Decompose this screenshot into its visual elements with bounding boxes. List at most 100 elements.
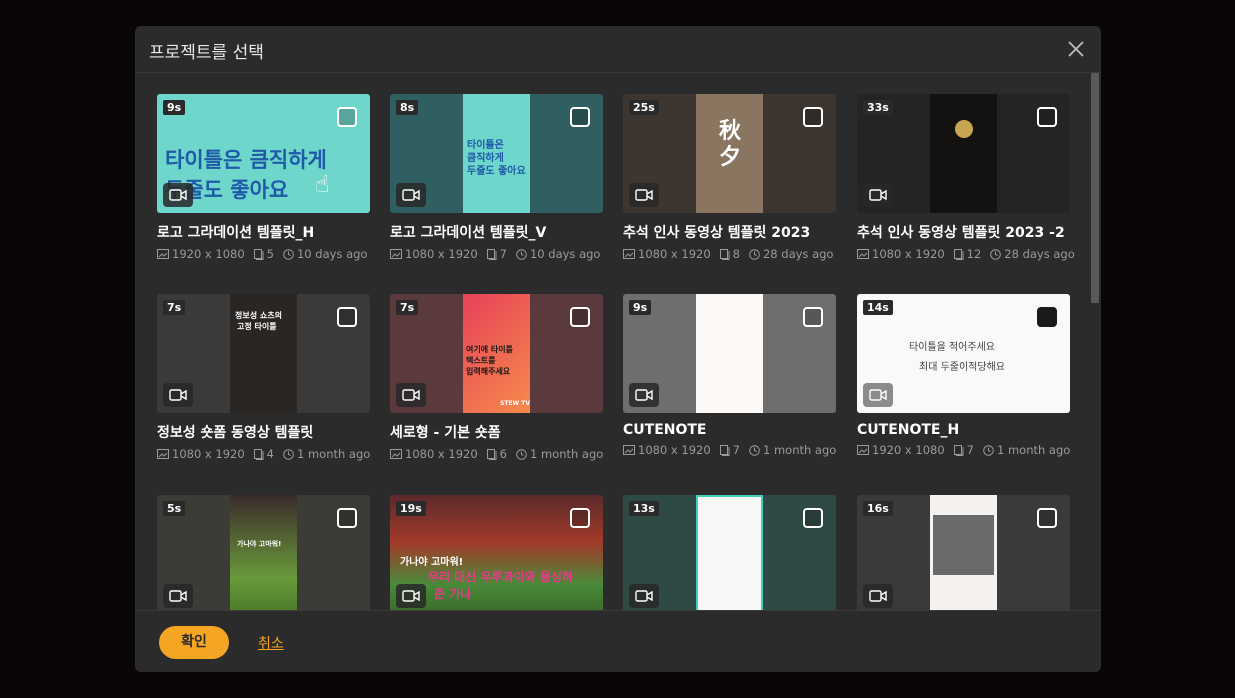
thumbnail-text: 입력해주세요 — [466, 367, 511, 376]
resolution-text: 1920 x 1080 — [872, 443, 945, 457]
select-checkbox[interactable] — [570, 307, 590, 327]
project-title: 로고 그라데이션 템플릿_V — [390, 225, 547, 241]
thumbnail-text: 타이틀은 큼직하게 — [165, 148, 327, 172]
project-title: CUTENOTE — [623, 422, 707, 438]
resolution-text: 1080 x 1920 — [638, 443, 711, 457]
project-card[interactable]: 秋夕 25s 추석 인사 동영상 템플릿 2023 1080 x 1920 8 … — [623, 94, 836, 261]
video-camera-icon — [396, 383, 426, 407]
duration-badge: 16s — [863, 501, 893, 516]
image-size-icon — [857, 249, 869, 259]
select-checkbox[interactable] — [1037, 107, 1057, 127]
select-checkbox[interactable] — [337, 107, 357, 127]
video-camera-icon — [863, 183, 893, 207]
clock-icon — [983, 444, 994, 456]
select-checkbox[interactable] — [570, 107, 590, 127]
project-thumbnail[interactable]: 13s — [623, 495, 836, 610]
project-card[interactable]: 정보성 쇼츠의 고정 타이틀 7s 정보성 숏폼 동영상 템플릿 1080 x … — [157, 294, 370, 461]
project-title: 세로형 - 기본 숏폼 — [390, 425, 501, 441]
image-size-icon — [157, 249, 169, 259]
image-size-icon — [157, 449, 169, 459]
select-checkbox[interactable] — [803, 508, 823, 528]
scrollbar[interactable] — [1091, 73, 1099, 610]
select-checkbox[interactable] — [570, 508, 590, 528]
age-text: 10 days ago — [529, 247, 601, 261]
close-icon[interactable] — [1065, 38, 1087, 60]
age-text: 1 month ago — [296, 447, 371, 461]
duration-badge: 13s — [629, 501, 659, 516]
clock-icon — [749, 444, 760, 456]
clock-icon — [749, 248, 760, 260]
duration-badge: 33s — [863, 100, 893, 115]
select-checkbox[interactable] — [803, 307, 823, 327]
clock-icon — [283, 248, 294, 260]
project-thumbnail[interactable]: 여기에 타이틀 텍스트를 입력해주세요 STEW TV 7s — [390, 294, 603, 413]
thumbnail-text: 여기에 타이틀 — [466, 345, 513, 354]
duration-badge: 8s — [396, 100, 419, 115]
project-card[interactable]: 13s — [623, 495, 836, 610]
age-text: 10 days ago — [296, 247, 368, 261]
project-thumbnail[interactable]: 16s — [857, 495, 1070, 610]
project-card[interactable]: 타이틀을 적어주세요 최대 두줄이적당해요 14s CUTENOTE_H 192… — [857, 294, 1070, 457]
project-thumbnail[interactable]: 정보성 쇼츠의 고정 타이틀 7s — [157, 294, 370, 413]
age-text: 28 days ago — [1004, 247, 1075, 261]
thumbnail-text: 두줄도 좋아요 — [467, 166, 526, 177]
select-checkbox[interactable] — [337, 307, 357, 327]
pages-icon — [953, 248, 964, 260]
age-text: 28 days ago — [762, 247, 834, 261]
thumbnail-text: 타이틀을 적어주세요 — [909, 342, 995, 353]
thumbnail-text: 텍스트를 — [466, 356, 496, 365]
resolution-text: 1080 x 1920 — [872, 247, 945, 261]
duration-badge: 25s — [629, 100, 659, 115]
thumbnail-text: 가나야 고마워! — [237, 540, 282, 548]
project-card[interactable]: 여기에 타이틀 텍스트를 입력해주세요 STEW TV 7s 세로형 - 기본 … — [390, 294, 603, 461]
project-thumbnail[interactable]: 타이틀은 큼직하게 두줄도 좋아요 8s — [390, 94, 603, 213]
resolution-text: 1920 x 1080 — [172, 247, 245, 261]
project-meta: 1080 x 1920 4 1 month ago — [157, 447, 370, 461]
project-card[interactable]: 가나야 고마워! 5s — [157, 495, 370, 610]
pages-icon — [253, 448, 264, 460]
project-card[interactable]: 16s — [857, 495, 1070, 610]
scrollbar-thumb[interactable] — [1091, 73, 1099, 303]
video-camera-icon — [396, 183, 426, 207]
confirm-button[interactable]: 확인 — [159, 626, 229, 659]
select-checkbox[interactable] — [337, 508, 357, 528]
pages-icon — [719, 444, 730, 456]
project-card[interactable]: 가나야 고마워! 우리 대신 우루과이와 울싱하 준 가나 19s — [390, 495, 603, 610]
project-title: 로고 그라데이션 템플릿_H — [157, 225, 315, 241]
clock-icon — [516, 248, 527, 260]
select-checkbox[interactable] — [803, 107, 823, 127]
page-count-text: 4 — [266, 447, 274, 461]
project-card[interactable]: 33s 추석 인사 동영상 템플릿 2023 -2 1080 x 1920 12… — [857, 94, 1075, 261]
project-thumbnail[interactable]: 秋夕 25s — [623, 94, 836, 213]
project-thumbnail[interactable]: 타이틀은 큼직하게 두줄도 좋아요 ☝ 9s — [157, 94, 370, 213]
select-checkbox[interactable] — [1037, 307, 1057, 327]
project-grid[interactable]: 타이틀은 큼직하게 두줄도 좋아요 ☝ 9s 로고 그라데이션 템플릿_H 19… — [135, 73, 1101, 610]
project-card[interactable]: 9s CUTENOTE 1080 x 1920 7 1 month ago — [623, 294, 836, 457]
image-size-icon — [623, 249, 635, 259]
project-meta: 1080 x 1920 12 28 days ago — [857, 247, 1075, 261]
duration-badge: 14s — [863, 300, 893, 315]
video-camera-icon — [863, 383, 893, 407]
resolution-text: 1080 x 1920 — [638, 247, 711, 261]
project-meta: 1080 x 1920 7 1 month ago — [623, 443, 836, 457]
duration-badge: 5s — [163, 501, 186, 516]
project-card[interactable]: 타이틀은 큼직하게 두줄도 좋아요 ☝ 9s 로고 그라데이션 템플릿_H 19… — [157, 94, 370, 261]
project-meta: 1920 x 1080 7 1 month ago — [857, 443, 1070, 457]
project-thumbnail[interactable]: 9s — [623, 294, 836, 413]
project-thumbnail[interactable]: 가나야 고마워! 우리 대신 우루과이와 울싱하 준 가나 19s — [390, 495, 603, 610]
moon-graphic — [955, 120, 973, 138]
video-camera-icon — [629, 183, 659, 207]
select-checkbox[interactable] — [1037, 508, 1057, 528]
image-size-icon — [623, 445, 635, 455]
thumbnail-text: 우리 대신 우루과이와 울싱하 — [428, 570, 574, 584]
project-thumbnail[interactable]: 가나야 고마워! 5s — [157, 495, 370, 610]
project-thumbnail[interactable]: 타이틀을 적어주세요 최대 두줄이적당해요 14s — [857, 294, 1070, 413]
page-count-text: 7 — [966, 443, 974, 457]
project-thumbnail[interactable]: 33s — [857, 94, 1070, 213]
cancel-link[interactable]: 취소 — [258, 633, 284, 653]
project-title: 추석 인사 동영상 템플릿 2023 — [623, 225, 811, 241]
project-card[interactable]: 타이틀은 큼직하게 두줄도 좋아요 8s 로고 그라데이션 템플릿_V 1080… — [390, 94, 603, 261]
thumbnail-text: STEW TV — [500, 400, 530, 407]
project-meta: 1080 x 1920 7 10 days ago — [390, 247, 603, 261]
project-meta: 1080 x 1920 8 28 days ago — [623, 247, 836, 261]
